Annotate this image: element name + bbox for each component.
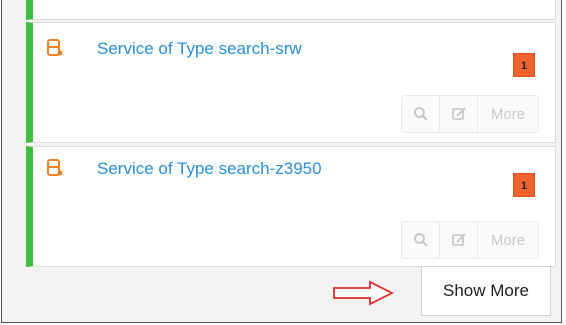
service-card: Service of Type search-z3950 1 More xyxy=(26,146,556,267)
service-title-link[interactable]: Service of Type search-srw xyxy=(97,39,302,59)
right-arrow-icon xyxy=(333,280,394,306)
edit-icon xyxy=(451,233,466,246)
service-icon xyxy=(47,159,63,176)
previous-service-card xyxy=(26,0,556,20)
more-button[interactable]: More xyxy=(478,222,538,258)
service-card: Service of Type search-srw 1 More xyxy=(26,22,556,143)
service-title-link[interactable]: Service of Type search-z3950 xyxy=(97,159,322,179)
edit-button[interactable] xyxy=(440,96,478,132)
edit-icon xyxy=(451,107,466,120)
count-badge: 1 xyxy=(513,53,535,77)
magnifier-icon xyxy=(413,233,428,247)
action-button-group: More xyxy=(401,221,539,259)
action-button-group: More xyxy=(401,95,539,133)
more-button[interactable]: More xyxy=(478,96,538,132)
results-panel: Service of Type search-srw 1 More Servic… xyxy=(1,0,562,323)
search-button[interactable] xyxy=(402,222,440,258)
service-icon xyxy=(47,39,63,56)
edit-button[interactable] xyxy=(440,222,478,258)
count-badge: 1 xyxy=(513,173,535,197)
search-button[interactable] xyxy=(402,96,440,132)
magnifier-icon xyxy=(413,107,428,121)
show-more-button[interactable]: Show More xyxy=(421,266,551,316)
